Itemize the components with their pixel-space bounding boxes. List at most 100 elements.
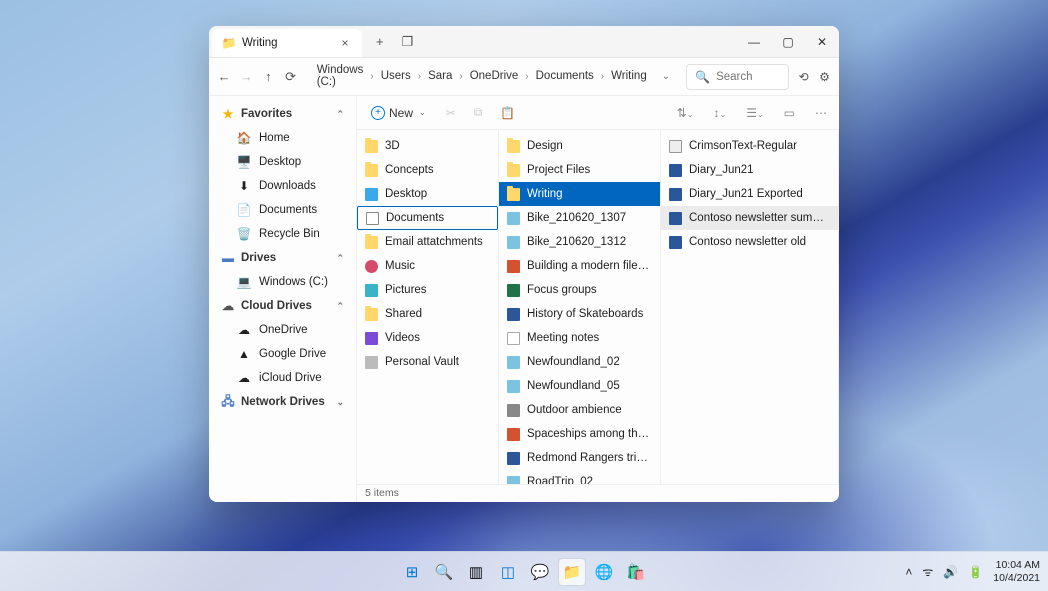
sidebar-section-network[interactable]: 🖧 Network Drives ⌄ bbox=[213, 390, 352, 414]
breadcrumb-segment[interactable]: Writing bbox=[608, 68, 650, 84]
breadcrumb-segment[interactable]: Sara bbox=[425, 68, 455, 84]
sidebar-item-label: OneDrive bbox=[259, 324, 308, 336]
file-item[interactable]: Building a modern file explor… bbox=[499, 254, 660, 278]
view-button[interactable]: ↕⌄ bbox=[709, 102, 730, 124]
file-item[interactable]: Music bbox=[357, 254, 498, 278]
file-item-label: Concepts bbox=[385, 164, 434, 176]
sidebar-section-drives[interactable]: ▬ Drives ⌃ bbox=[213, 246, 352, 270]
sidebar-item-desktop[interactable]: 🖥️Desktop bbox=[213, 150, 352, 174]
file-item[interactable]: Email attatchments bbox=[357, 230, 498, 254]
file-item[interactable]: Diary_Jun21 bbox=[661, 158, 838, 182]
cut-button[interactable]: ✂ bbox=[442, 102, 460, 124]
file-item[interactable]: Contoso newsletter old bbox=[661, 230, 838, 254]
file-item[interactable]: Spaceships among the stars bbox=[499, 422, 660, 446]
file-item[interactable]: Design bbox=[499, 134, 660, 158]
drive-icon: ▬ bbox=[221, 251, 235, 265]
taskbar-search-button[interactable]: 🔍 bbox=[431, 559, 457, 585]
word-icon bbox=[669, 164, 682, 177]
file-item[interactable]: Shared bbox=[357, 302, 498, 326]
word-icon bbox=[669, 188, 682, 201]
tab-close-button[interactable]: × bbox=[338, 36, 352, 50]
wifi-icon[interactable]: ᯤ bbox=[922, 563, 933, 580]
file-item[interactable]: Outdoor ambience bbox=[499, 398, 660, 422]
sidebar-item-documents[interactable]: 📄Documents bbox=[213, 198, 352, 222]
up-button[interactable]: ↑ bbox=[261, 69, 275, 84]
sync-button[interactable]: ⟲ bbox=[797, 70, 810, 84]
file-item[interactable]: Newfoundland_02 bbox=[499, 350, 660, 374]
more-button[interactable]: ⋯ bbox=[811, 102, 831, 124]
file-item[interactable]: Project Files bbox=[499, 158, 660, 182]
sidebar-item-onedrive[interactable]: ☁OneDrive bbox=[213, 318, 352, 342]
file-item[interactable]: Personal Vault bbox=[357, 350, 498, 374]
file-item[interactable]: RoadTrip_02 bbox=[499, 470, 660, 484]
sidebar-item-downloads[interactable]: ⬇Downloads bbox=[213, 174, 352, 198]
cloud-icon: ☁ bbox=[221, 299, 235, 313]
settings-button[interactable]: ⚙ bbox=[818, 70, 831, 84]
clock[interactable]: 10:04 AM 10/4/2021 bbox=[993, 559, 1040, 583]
sort-button[interactable]: ⇅⌄ bbox=[673, 102, 698, 124]
sidebar-item-recycle-bin[interactable]: 🗑️Recycle Bin bbox=[213, 222, 352, 246]
file-item[interactable]: Pictures bbox=[357, 278, 498, 302]
start-button[interactable]: ⊞ bbox=[399, 559, 425, 585]
group-button[interactable]: ☰⌄ bbox=[742, 102, 767, 124]
column-3: CrimsonText-RegularDiary_Jun21Diary_Jun2… bbox=[661, 130, 839, 484]
breadcrumb-segment[interactable]: Windows (C:) bbox=[314, 62, 367, 90]
file-item[interactable]: Concepts bbox=[357, 158, 498, 182]
back-button[interactable]: ← bbox=[217, 69, 231, 84]
file-item[interactable]: Meeting notes bbox=[499, 326, 660, 350]
file-item-label: Contoso newsletter summe… bbox=[689, 212, 830, 224]
forward-button[interactable]: → bbox=[239, 69, 253, 84]
sidebar-section-cloud[interactable]: ☁ Cloud Drives ⌃ bbox=[213, 294, 352, 318]
chat-button[interactable]: 💬 bbox=[527, 559, 553, 585]
refresh-button[interactable]: ⟳ bbox=[284, 69, 298, 85]
breadcrumb-segment[interactable]: OneDrive bbox=[467, 68, 522, 84]
minimize-button[interactable]: — bbox=[737, 26, 771, 57]
breadcrumb-segment[interactable]: Documents bbox=[533, 68, 597, 84]
taskview-button[interactable]: ▥ bbox=[463, 559, 489, 585]
file-item[interactable]: Contoso newsletter summe… bbox=[661, 206, 838, 230]
file-item-label: Meeting notes bbox=[527, 332, 599, 344]
file-item[interactable]: Bike_210620_1312 bbox=[499, 230, 660, 254]
file-item[interactable]: Videos bbox=[357, 326, 498, 350]
store-button[interactable]: 🛍️ bbox=[623, 559, 649, 585]
breadcrumb-segment[interactable]: Users bbox=[378, 68, 414, 84]
widgets-button[interactable]: ◫ bbox=[495, 559, 521, 585]
folder-icon bbox=[365, 308, 378, 321]
volume-icon[interactable]: 🔊 bbox=[943, 565, 958, 579]
new-button[interactable]: + New ⌄ bbox=[365, 103, 432, 123]
file-item[interactable]: Documents bbox=[357, 206, 498, 230]
sidebar-item-windows-c-[interactable]: 💻Windows (C:) bbox=[213, 270, 352, 294]
file-item[interactable]: 3D bbox=[357, 134, 498, 158]
sidebar-item-home[interactable]: 🏠Home bbox=[213, 126, 352, 150]
search-box[interactable]: 🔍 bbox=[686, 64, 789, 90]
file-item[interactable]: Writing bbox=[499, 182, 660, 206]
explorer-button[interactable]: 📁 bbox=[559, 559, 585, 585]
popout-button[interactable]: ❐ bbox=[402, 34, 414, 50]
tray-overflow-button[interactable]: ˄ bbox=[905, 565, 912, 579]
maximize-button[interactable]: ▢ bbox=[771, 26, 805, 57]
edge-button[interactable]: 🌐 bbox=[591, 559, 617, 585]
column-2: DesignProject FilesWritingBike_210620_13… bbox=[499, 130, 661, 484]
file-item[interactable]: CrimsonText-Regular bbox=[661, 134, 838, 158]
details-pane-button[interactable]: ▭ bbox=[780, 102, 799, 124]
address-dropdown-button[interactable]: ⌄ bbox=[662, 71, 670, 82]
sidebar-item-icloud-drive[interactable]: ☁iCloud Drive bbox=[213, 366, 352, 390]
font-icon bbox=[669, 140, 682, 153]
file-item[interactable]: Newfoundland_05 bbox=[499, 374, 660, 398]
close-button[interactable]: ✕ bbox=[805, 26, 839, 57]
paste-button[interactable]: 📋 bbox=[496, 102, 519, 124]
new-tab-button[interactable]: + bbox=[376, 34, 384, 49]
file-item[interactable]: Diary_Jun21 Exported bbox=[661, 182, 838, 206]
file-item[interactable]: Bike_210620_1307 bbox=[499, 206, 660, 230]
breadcrumb[interactable]: Windows (C:)›Users›Sara›OneDrive›Documen… bbox=[306, 64, 678, 90]
file-item[interactable]: Desktop bbox=[357, 182, 498, 206]
battery-icon[interactable]: 🔋 bbox=[968, 565, 983, 579]
search-input[interactable] bbox=[716, 71, 780, 83]
file-item[interactable]: Focus groups bbox=[499, 278, 660, 302]
sidebar-section-favorites[interactable]: ★ Favorites ⌃ bbox=[213, 102, 352, 126]
tab-writing[interactable]: 📁 Writing × bbox=[212, 29, 362, 57]
file-item[interactable]: History of Skateboards bbox=[499, 302, 660, 326]
file-item[interactable]: Redmond Rangers triathalon bbox=[499, 446, 660, 470]
copy-button[interactable]: ⧉ bbox=[470, 101, 487, 124]
sidebar-item-google-drive[interactable]: ▲Google Drive bbox=[213, 342, 352, 366]
